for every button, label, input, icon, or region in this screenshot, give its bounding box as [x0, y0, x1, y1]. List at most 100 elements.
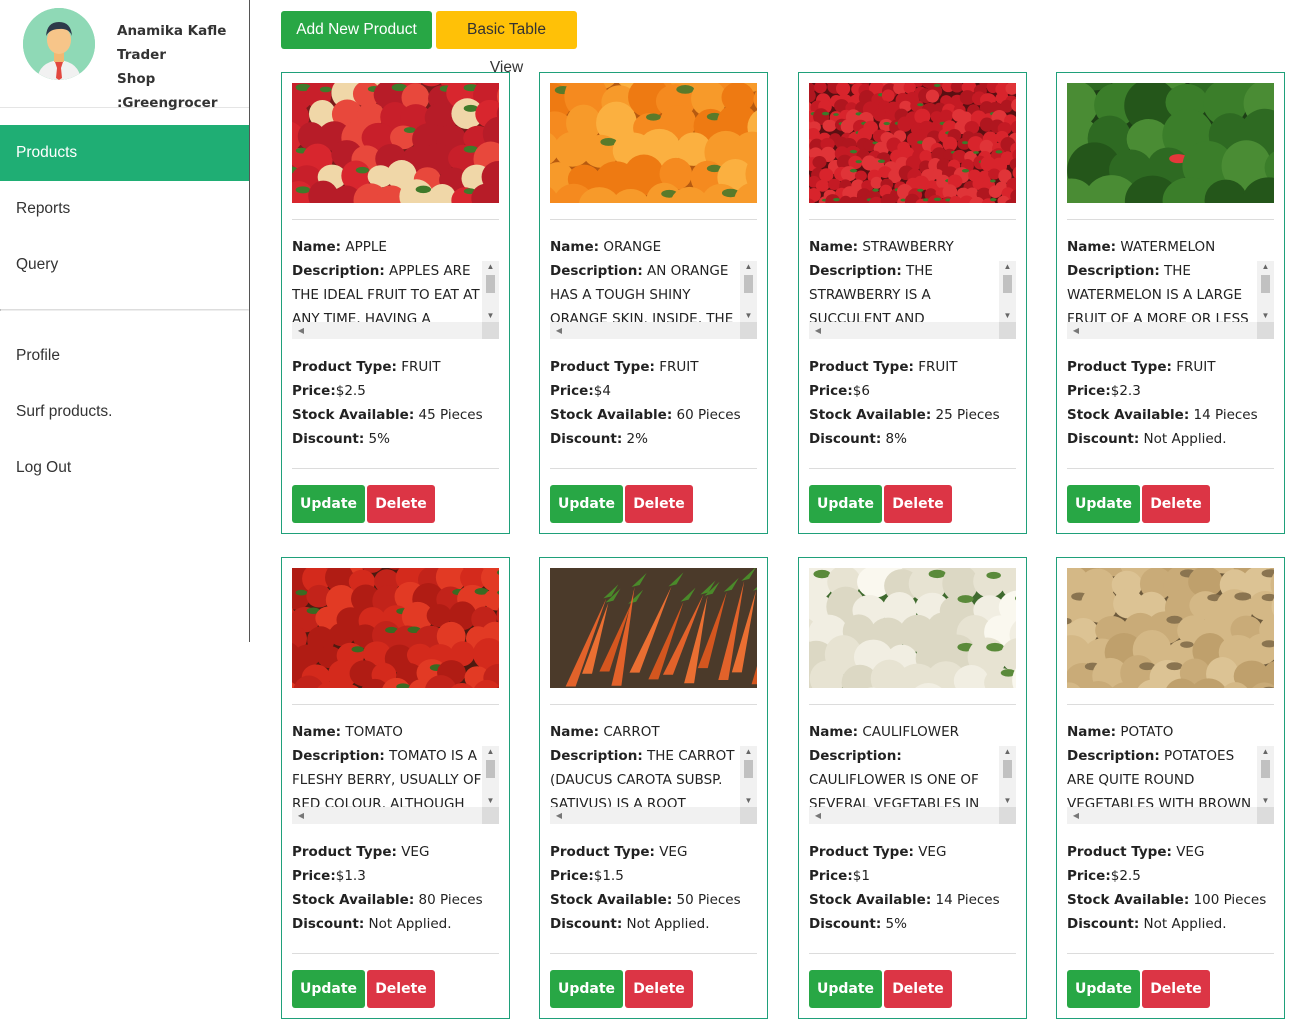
divider	[1067, 953, 1274, 954]
scroll-down-icon[interactable]: ▼	[740, 795, 757, 807]
add-new-product-button[interactable]: Add New Product	[281, 11, 432, 49]
scroll-up-icon[interactable]: ▲	[740, 261, 757, 273]
horizontal-scrollbar[interactable]: ◀▶	[550, 322, 757, 339]
vertical-scrollbar[interactable]: ▲ ▼	[1257, 261, 1274, 322]
cauliflowers-image	[809, 568, 1016, 688]
scroll-up-icon[interactable]: ▲	[999, 746, 1016, 758]
vertical-scrollbar[interactable]: ▲ ▼	[999, 746, 1016, 807]
scroll-up-icon[interactable]: ▲	[482, 746, 499, 758]
horizontal-scrollbar[interactable]: ◀▶	[1067, 322, 1274, 339]
divider	[550, 219, 757, 220]
description-box[interactable]: Description: THE STRAWBERRY IS A SUCCULE…	[809, 259, 1016, 341]
nav-item-reports[interactable]: Reports	[0, 181, 249, 237]
scroll-left-icon[interactable]: ◀	[811, 807, 825, 824]
scroll-left-icon[interactable]: ◀	[1069, 322, 1083, 339]
nav-item-products[interactable]: Products	[0, 125, 249, 181]
update-button[interactable]: Update	[292, 485, 365, 523]
description-box[interactable]: Description: CAULIFLOWER IS ONE OF SEVER…	[809, 744, 1016, 826]
description-box[interactable]: Description: APPLES ARE THE IDEAL FRUIT …	[292, 259, 499, 341]
user-name: Anamika Kafle	[117, 23, 227, 39]
scroll-left-icon[interactable]: ◀	[294, 322, 308, 339]
divider	[550, 468, 757, 469]
scroll-up-icon[interactable]: ▲	[999, 261, 1016, 273]
product-discount: Discount: 5%	[809, 916, 907, 932]
horizontal-scrollbar[interactable]: ◀▶	[292, 322, 499, 339]
horizontal-scrollbar[interactable]: ◀▶	[809, 807, 1016, 824]
update-button[interactable]: Update	[550, 485, 623, 523]
product-price: Price:$4	[550, 383, 611, 399]
product-discount: Discount: 2%	[550, 431, 648, 447]
delete-button[interactable]: Delete	[1142, 970, 1210, 1008]
scroll-down-icon[interactable]: ▼	[1257, 795, 1274, 807]
vertical-scrollbar[interactable]: ▲ ▼	[999, 261, 1016, 322]
product-description: Description: THE WATERMELON IS A LARGE F…	[1067, 259, 1257, 322]
scroll-up-icon[interactable]: ▲	[740, 746, 757, 758]
description-box[interactable]: Description: POTATOES ARE QUITE ROUND VE…	[1067, 744, 1274, 826]
divider	[1067, 219, 1274, 220]
product-price: Price:$2.3	[1067, 383, 1141, 399]
product-card: Name: CAULIFLOWER Description: CAULIFLOW…	[798, 557, 1027, 1019]
product-price: Price:$2.5	[292, 383, 366, 399]
nav-item-query[interactable]: Query	[0, 237, 249, 293]
vertical-scrollbar[interactable]: ▲ ▼	[482, 261, 499, 322]
delete-button[interactable]: Delete	[1142, 485, 1210, 523]
vertical-scrollbar[interactable]: ▲ ▼	[482, 746, 499, 807]
scroll-left-icon[interactable]: ◀	[552, 807, 566, 824]
delete-button[interactable]: Delete	[884, 970, 952, 1008]
horizontal-scrollbar[interactable]: ◀▶	[1067, 807, 1274, 824]
delete-button[interactable]: Delete	[367, 485, 435, 523]
description-box[interactable]: Description: TOMATO IS A FLESHY BERRY, U…	[292, 744, 499, 826]
update-button[interactable]: Update	[809, 485, 882, 523]
scroll-down-icon[interactable]: ▼	[999, 310, 1016, 322]
scroll-down-icon[interactable]: ▼	[1257, 310, 1274, 322]
scroll-left-icon[interactable]: ◀	[552, 322, 566, 339]
product-type: Product Type: VEG	[292, 844, 430, 860]
product-price: Price:$1.3	[292, 868, 366, 884]
update-button[interactable]: Update	[1067, 485, 1140, 523]
scroll-up-icon[interactable]: ▲	[1257, 746, 1274, 758]
basic-table-view-button[interactable]: Basic Table View	[436, 11, 577, 76]
scroll-up-icon[interactable]: ▲	[482, 261, 499, 273]
nav-item-logout[interactable]: Log Out	[0, 440, 249, 496]
scroll-left-icon[interactable]: ◀	[1069, 807, 1083, 824]
update-button[interactable]: Update	[292, 970, 365, 1008]
product-name-value: STRAWBERRY	[862, 239, 954, 255]
description-box[interactable]: Description: THE CARROT (DAUCUS CAROTA S…	[550, 744, 757, 826]
product-stock: Stock Available: 100 Pieces	[1067, 892, 1267, 908]
scroll-down-icon[interactable]: ▼	[482, 795, 499, 807]
horizontal-scrollbar[interactable]: ◀▶	[292, 807, 499, 824]
scroll-down-icon[interactable]: ▼	[740, 310, 757, 322]
product-stock: Stock Available: 14 Pieces	[1067, 407, 1258, 423]
product-card: Name: WATERMELON Description: THE WATERM…	[1056, 72, 1285, 534]
scroll-up-icon[interactable]: ▲	[1257, 261, 1274, 273]
update-button[interactable]: Update	[1067, 970, 1140, 1008]
product-image	[292, 568, 499, 688]
product-price-value: $2.5	[1110, 868, 1141, 884]
vertical-scrollbar[interactable]: ▲ ▼	[1257, 746, 1274, 807]
product-type: Product Type: VEG	[809, 844, 947, 860]
update-button[interactable]: Update	[550, 970, 623, 1008]
scroll-down-icon[interactable]: ▼	[482, 310, 499, 322]
delete-button[interactable]: Delete	[367, 970, 435, 1008]
horizontal-scrollbar[interactable]: ◀▶	[550, 807, 757, 824]
description-box[interactable]: Description: AN ORANGE HAS A TOUGH SHINY…	[550, 259, 757, 341]
vertical-scrollbar[interactable]: ▲ ▼	[740, 261, 757, 322]
scroll-left-icon[interactable]: ◀	[294, 807, 308, 824]
vertical-scrollbar[interactable]: ▲ ▼	[740, 746, 757, 807]
scroll-down-icon[interactable]: ▼	[999, 795, 1016, 807]
update-button[interactable]: Update	[809, 970, 882, 1008]
nav-item-surf-products[interactable]: Surf products.	[0, 384, 249, 440]
product-stock-value: 25 Pieces	[935, 407, 1000, 423]
product-description: Description: CAULIFLOWER IS ONE OF SEVER…	[809, 744, 999, 807]
scroll-left-icon[interactable]: ◀	[811, 322, 825, 339]
product-stock-value: 100 Pieces	[1193, 892, 1267, 908]
description-box[interactable]: Description: THE WATERMELON IS A LARGE F…	[1067, 259, 1274, 341]
nav-item-profile[interactable]: Profile	[0, 328, 249, 384]
horizontal-scrollbar[interactable]: ◀▶	[809, 322, 1016, 339]
delete-button[interactable]: Delete	[884, 485, 952, 523]
product-description: Description: POTATOES ARE QUITE ROUND VE…	[1067, 744, 1257, 807]
avatar	[23, 8, 95, 80]
delete-button[interactable]: Delete	[625, 970, 693, 1008]
delete-button[interactable]: Delete	[625, 485, 693, 523]
product-name: Name: APPLE	[292, 239, 387, 255]
